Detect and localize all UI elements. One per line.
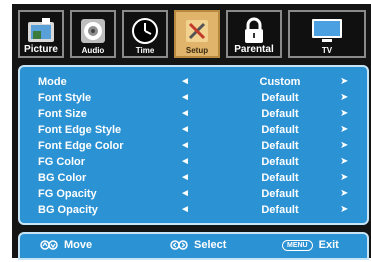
- tab-audio[interactable]: Audio: [70, 10, 116, 58]
- setting-value: Default: [261, 156, 299, 168]
- left-arrow-icon[interactable]: ◄: [180, 140, 190, 151]
- exit-label: Exit: [318, 239, 339, 251]
- tab-label: Setup: [185, 46, 209, 55]
- setting-row-mode[interactable]: Mode ◄ Custom ➤: [20, 75, 367, 91]
- setting-label: Font Edge Style: [38, 124, 122, 136]
- left-right-arrows-icon: [170, 240, 188, 250]
- setting-value: Default: [261, 188, 299, 200]
- move-label: Move: [64, 239, 93, 251]
- select-label: Select: [194, 239, 227, 251]
- osd-menu: Picture Audio Time Setup Parental TV Mod…: [12, 4, 371, 260]
- left-arrow-icon[interactable]: ◄: [180, 76, 190, 87]
- right-arrow-icon[interactable]: ➤: [340, 92, 348, 103]
- setting-row-fg-color[interactable]: FG Color ◄ Default ➤: [20, 155, 367, 171]
- setting-label: BG Color: [38, 172, 87, 184]
- lock-icon: [245, 17, 263, 43]
- move-hint: Move: [40, 239, 92, 251]
- right-arrow-icon[interactable]: ➤: [340, 124, 348, 135]
- right-arrow-icon[interactable]: ➤: [340, 140, 348, 151]
- setting-value: Custom: [259, 76, 301, 88]
- setting-value: Default: [261, 172, 299, 184]
- tab-tv[interactable]: TV: [288, 10, 366, 58]
- right-arrow-icon[interactable]: ➤: [340, 172, 348, 183]
- tools-icon: [186, 20, 208, 42]
- clock-icon: [132, 18, 158, 44]
- monitor-icon: [312, 19, 342, 42]
- setting-row-bg-opacity[interactable]: BG Opacity ◄ Default ➤: [20, 203, 367, 219]
- setting-label: Font Edge Color: [38, 140, 124, 152]
- tab-label: Parental: [234, 44, 274, 55]
- left-arrow-icon[interactable]: ◄: [180, 92, 190, 103]
- setting-label: FG Color: [38, 156, 86, 168]
- tab-time[interactable]: Time: [122, 10, 168, 58]
- setting-row-font-style[interactable]: Font Style ◄ Default ➤: [20, 91, 367, 107]
- setting-label: Font Style: [38, 92, 92, 104]
- right-arrow-icon[interactable]: ➤: [340, 108, 348, 119]
- setting-value: Default: [261, 204, 299, 216]
- setting-label: BG Opacity: [38, 204, 98, 216]
- menu-key-icon: MENU: [282, 239, 313, 251]
- tab-label: TV: [321, 46, 333, 55]
- left-arrow-icon[interactable]: ◄: [180, 108, 190, 119]
- setting-value: Default: [261, 108, 299, 120]
- tv-picture-icon: [28, 18, 54, 42]
- setting-row-font-edge-color[interactable]: Font Edge Color ◄ Default ➤: [20, 139, 367, 155]
- left-arrow-icon[interactable]: ◄: [180, 188, 190, 199]
- setting-row-fg-opacity[interactable]: FG Opacity ◄ Default ➤: [20, 187, 367, 203]
- setting-label: Font Size: [38, 108, 87, 120]
- settings-panel: Mode ◄ Custom ➤ Font Style ◄ Default ➤ F…: [18, 65, 369, 225]
- tab-parental[interactable]: Parental: [226, 10, 282, 58]
- left-arrow-icon[interactable]: ◄: [180, 124, 190, 135]
- select-hint: Select: [170, 239, 226, 251]
- help-bar: Move Select MENU Exit: [18, 232, 369, 260]
- right-arrow-icon[interactable]: ➤: [340, 156, 348, 167]
- setting-value: Default: [261, 92, 299, 104]
- right-arrow-icon[interactable]: ➤: [340, 204, 348, 215]
- tab-setup[interactable]: Setup: [174, 10, 220, 58]
- setting-row-font-size[interactable]: Font Size ◄ Default ➤: [20, 107, 367, 123]
- left-arrow-icon[interactable]: ◄: [180, 172, 190, 183]
- setting-row-bg-color[interactable]: BG Color ◄ Default ➤: [20, 171, 367, 187]
- tab-bar: Picture Audio Time Setup Parental TV: [12, 4, 371, 60]
- tab-label: Picture: [24, 44, 58, 55]
- up-down-arrows-icon: [40, 240, 58, 250]
- left-arrow-icon[interactable]: ◄: [180, 156, 190, 167]
- setting-label: FG Opacity: [38, 188, 97, 200]
- right-arrow-icon[interactable]: ➤: [340, 76, 348, 87]
- setting-value: Default: [261, 124, 299, 136]
- tab-label: Audio: [81, 46, 105, 55]
- setting-row-font-edge-style[interactable]: Font Edge Style ◄ Default ➤: [20, 123, 367, 139]
- tab-label: Time: [135, 46, 155, 55]
- right-arrow-icon[interactable]: ➤: [340, 188, 348, 199]
- setting-label: Mode: [38, 76, 67, 88]
- left-arrow-icon[interactable]: ◄: [180, 204, 190, 215]
- setting-value: Default: [261, 140, 299, 152]
- exit-hint: MENU Exit: [282, 239, 339, 251]
- tab-picture[interactable]: Picture: [18, 10, 64, 58]
- speaker-icon: [81, 19, 105, 43]
